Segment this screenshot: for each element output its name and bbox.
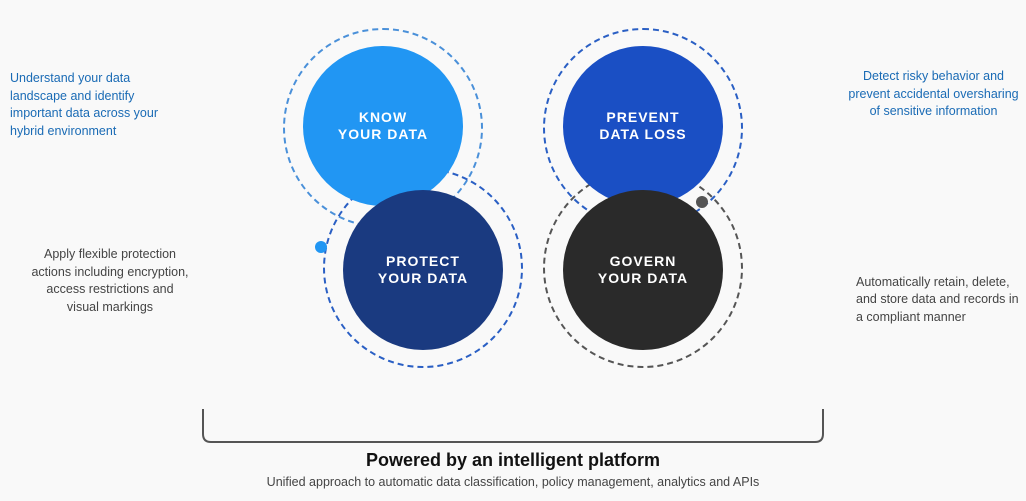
main-container: Understand your data landscape and ident…: [0, 0, 1026, 501]
circle-know: KNOW YOUR DATA: [303, 46, 463, 206]
annotation-prevent: Detect risky behavior and prevent accide…: [846, 68, 1021, 121]
circle-prevent: PREVENT DATA LOSS: [563, 46, 723, 206]
bracket-svg: [193, 404, 833, 444]
dot-dark-right: [696, 196, 708, 208]
bottom-section: Powered by an intelligent platform Unifi…: [0, 396, 1026, 501]
annotation-protect: Apply flexible protection actions includ…: [30, 246, 190, 316]
footer-subtitle: Unified approach to automatic data class…: [267, 475, 760, 489]
annotation-govern: Automatically retain, delete, and store …: [856, 274, 1021, 327]
dot-blue-left: [315, 241, 327, 253]
footer-title: Powered by an intelligent platform: [366, 450, 660, 471]
circle-govern: GOVERN YOUR DATA: [563, 190, 723, 350]
diagram-area: Understand your data landscape and ident…: [0, 0, 1026, 396]
annotation-know: Understand your data landscape and ident…: [10, 70, 180, 140]
circle-protect: PROTECT YOUR DATA: [343, 190, 503, 350]
circles-wrapper: KNOW YOUR DATA PREVENT DATA LOSS PROTECT…: [253, 28, 773, 388]
